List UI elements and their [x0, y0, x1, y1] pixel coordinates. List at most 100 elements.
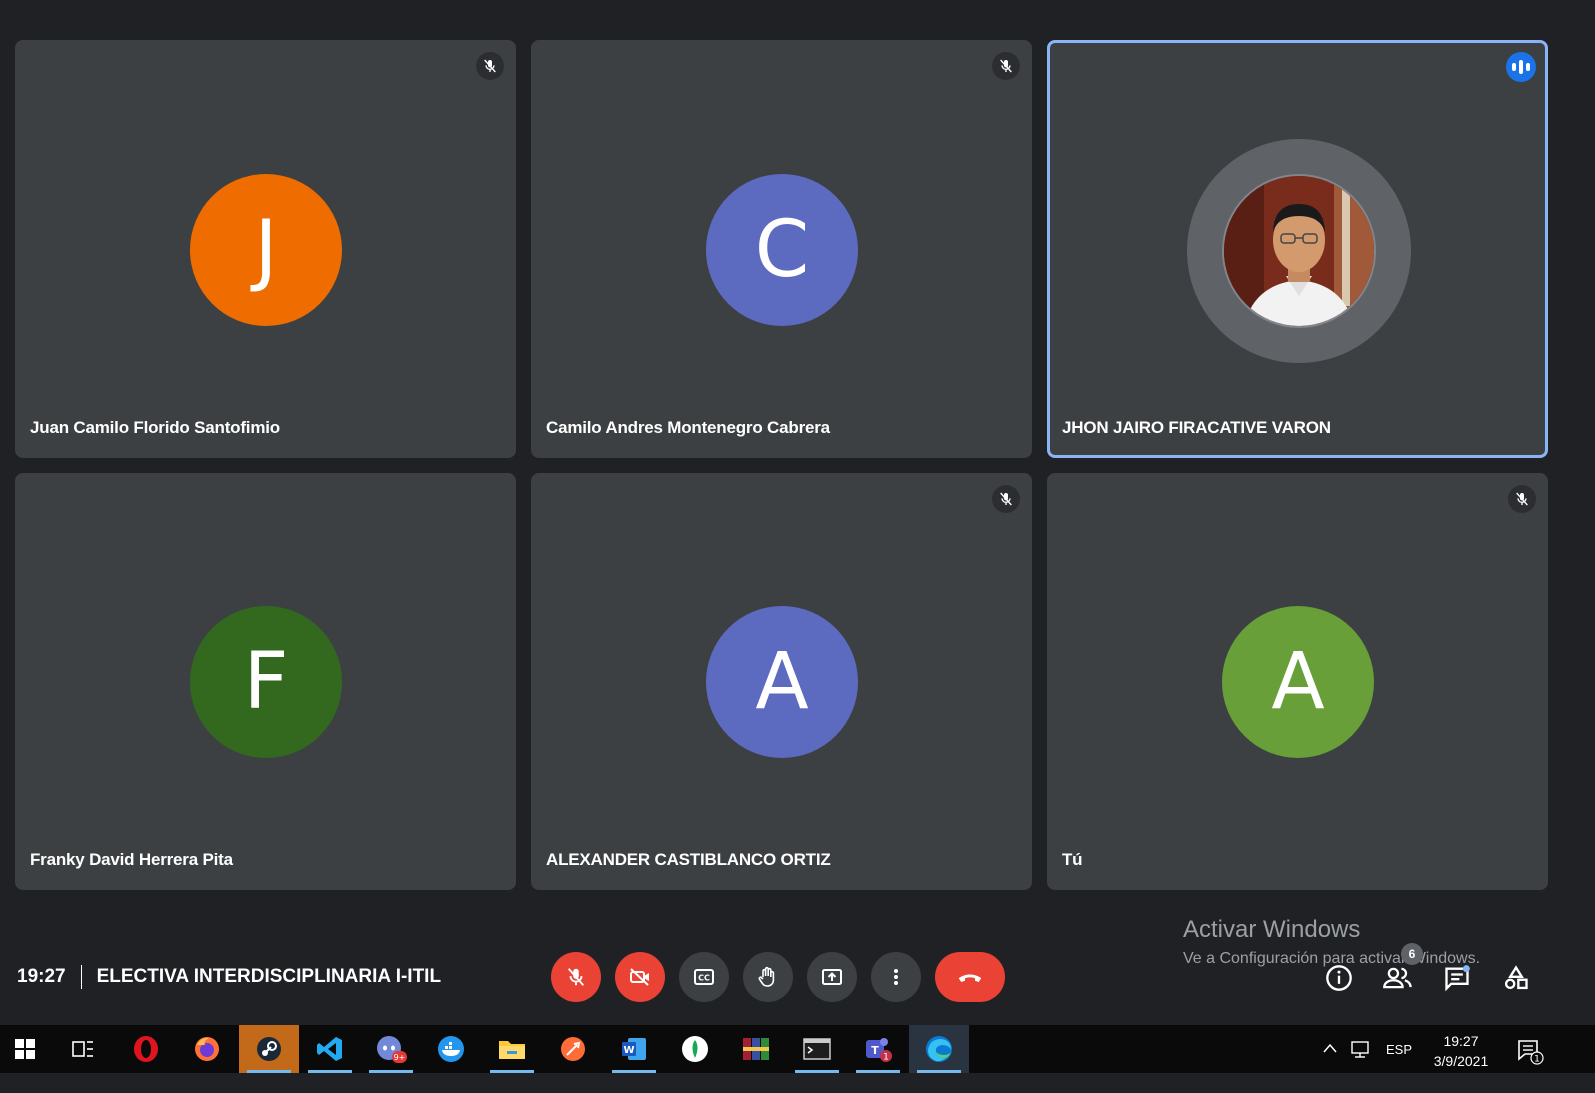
raise-hand-button[interactable] [743, 952, 793, 1002]
network-button[interactable] [1350, 1039, 1372, 1064]
participant-tile-6[interactable]: A Tú [1047, 473, 1548, 890]
participant-tile-1[interactable]: J Juan Camilo Florido Santofimio [15, 40, 516, 458]
meeting-time: 19:27 [17, 966, 66, 987]
vscode-icon [317, 1037, 342, 1061]
participant-tile-4[interactable]: F Franky David Herrera Pita [15, 473, 516, 890]
camera-toggle-button[interactable] [615, 952, 665, 1002]
activities-icon [1504, 965, 1528, 990]
firefox-icon [195, 1037, 219, 1061]
windows-taskbar: 9+ W T1 ESP [0, 1025, 1595, 1073]
more-options-button[interactable] [871, 952, 921, 1002]
participant-tile-2[interactable]: C Camilo Andres Montenegro Cabrera [531, 40, 1032, 458]
vscode-app[interactable] [300, 1025, 360, 1073]
teams-app[interactable]: T1 [848, 1025, 908, 1073]
svg-text:CC: CC [698, 974, 710, 983]
active-indicator [612, 1070, 656, 1073]
active-indicator [308, 1070, 352, 1073]
active-indicator [247, 1070, 291, 1073]
mic-muted-icon [476, 52, 504, 80]
divider [80, 965, 82, 989]
people-icon [1383, 967, 1412, 989]
mic-toggle-button[interactable] [551, 952, 601, 1002]
steam-icon [257, 1037, 281, 1061]
captions-icon: CC [694, 969, 714, 985]
start-button[interactable] [0, 1025, 50, 1073]
people-button[interactable] [1380, 960, 1416, 996]
speaking-indicator-icon [1506, 52, 1536, 82]
winrar-icon [743, 1038, 769, 1060]
notification-center-button[interactable]: 1 [1516, 1037, 1544, 1065]
meeting-title: ELECTIVA INTERDISCIPLINARIA I-ITIL [96, 966, 442, 987]
avatar-initial: C [754, 205, 810, 295]
meeting-info: 19:27 ELECTIVA INTERDISCIPLINARIA I-ITIL [17, 964, 441, 990]
participant-name: JHON JAIRO FIRACATIVE VARON [1062, 418, 1331, 437]
participant-name: Camilo Andres Montenegro Cabrera [546, 418, 830, 437]
file-explorer-app[interactable] [482, 1025, 542, 1073]
folder-icon [499, 1041, 525, 1059]
taskbar-clock[interactable]: 19:27 3/9/2021 [1420, 1031, 1502, 1071]
word-icon: W [622, 1038, 646, 1060]
hang-up-icon [958, 974, 982, 982]
active-indicator [490, 1070, 534, 1073]
docker-icon [438, 1036, 464, 1062]
avatar: J [190, 174, 342, 326]
meeting-details-button[interactable] [1321, 960, 1357, 996]
firefox-app[interactable] [177, 1025, 237, 1073]
mic-muted-icon [1508, 485, 1536, 513]
camera-off-icon [630, 968, 649, 986]
terminal-icon [803, 1038, 831, 1060]
participant-tile-3[interactable]: JHON JAIRO FIRACATIVE VARON [1047, 40, 1548, 458]
participant-tile-5[interactable]: A ALEXANDER CASTIBLANCO ORTIZ [531, 473, 1032, 890]
avatar: A [1222, 606, 1374, 758]
present-screen-button[interactable] [807, 952, 857, 1002]
opera-app[interactable] [116, 1025, 176, 1073]
task-view-icon [72, 1041, 93, 1057]
avatar: F [190, 606, 342, 758]
network-icon [1351, 1041, 1369, 1058]
watermark-title: Activar Windows [1183, 916, 1361, 943]
input-language[interactable]: ESP [1386, 1042, 1412, 1057]
leave-call-button[interactable] [935, 952, 1005, 1002]
discord-badge: 9+ [394, 1053, 406, 1062]
more-vert-icon [894, 969, 898, 985]
clock-time: 19:27 [1443, 1033, 1479, 1049]
svg-text:W: W [623, 1045, 634, 1056]
avatar-initial: A [1271, 637, 1325, 727]
hand-icon [758, 966, 775, 987]
discord-app[interactable]: 9+ [361, 1025, 421, 1073]
terminal-app[interactable] [787, 1025, 847, 1073]
mic-muted-icon [992, 485, 1020, 513]
avatar-initial: A [755, 637, 809, 727]
avatar-initial: F [243, 637, 289, 727]
mongodb-icon [682, 1036, 708, 1062]
docker-app[interactable] [421, 1025, 481, 1073]
steam-app[interactable] [239, 1025, 299, 1073]
teams-badge: 1 [883, 1053, 889, 1063]
task-view-button[interactable] [53, 1025, 113, 1073]
people-count-badge: 6 [1401, 943, 1423, 965]
participant-name: Juan Camilo Florido Santofimio [30, 418, 280, 437]
postman-app[interactable] [543, 1025, 603, 1073]
edge-icon [926, 1036, 952, 1062]
avatar: C [706, 174, 858, 326]
chat-button[interactable] [1439, 960, 1475, 996]
windows-logo-icon [15, 1039, 35, 1059]
participant-name: Tú [1062, 850, 1083, 869]
active-indicator [856, 1070, 900, 1073]
word-app[interactable]: W [604, 1025, 664, 1073]
avatar: A [706, 606, 858, 758]
show-hidden-icons-button[interactable] [1322, 1041, 1338, 1059]
mongodb-compass-app[interactable] [665, 1025, 725, 1073]
activities-button[interactable] [1498, 960, 1534, 996]
present-icon [822, 969, 842, 985]
info-icon [1326, 965, 1352, 991]
winrar-app[interactable] [726, 1025, 786, 1073]
active-indicator [795, 1070, 839, 1073]
mic-muted-icon [992, 52, 1020, 80]
svg-text:T: T [871, 1044, 879, 1057]
edge-app[interactable] [909, 1025, 969, 1073]
teams-icon: T1 [866, 1038, 892, 1063]
mic-off-icon [567, 968, 585, 986]
captions-button[interactable]: CC [679, 952, 729, 1002]
active-indicator [369, 1070, 413, 1073]
